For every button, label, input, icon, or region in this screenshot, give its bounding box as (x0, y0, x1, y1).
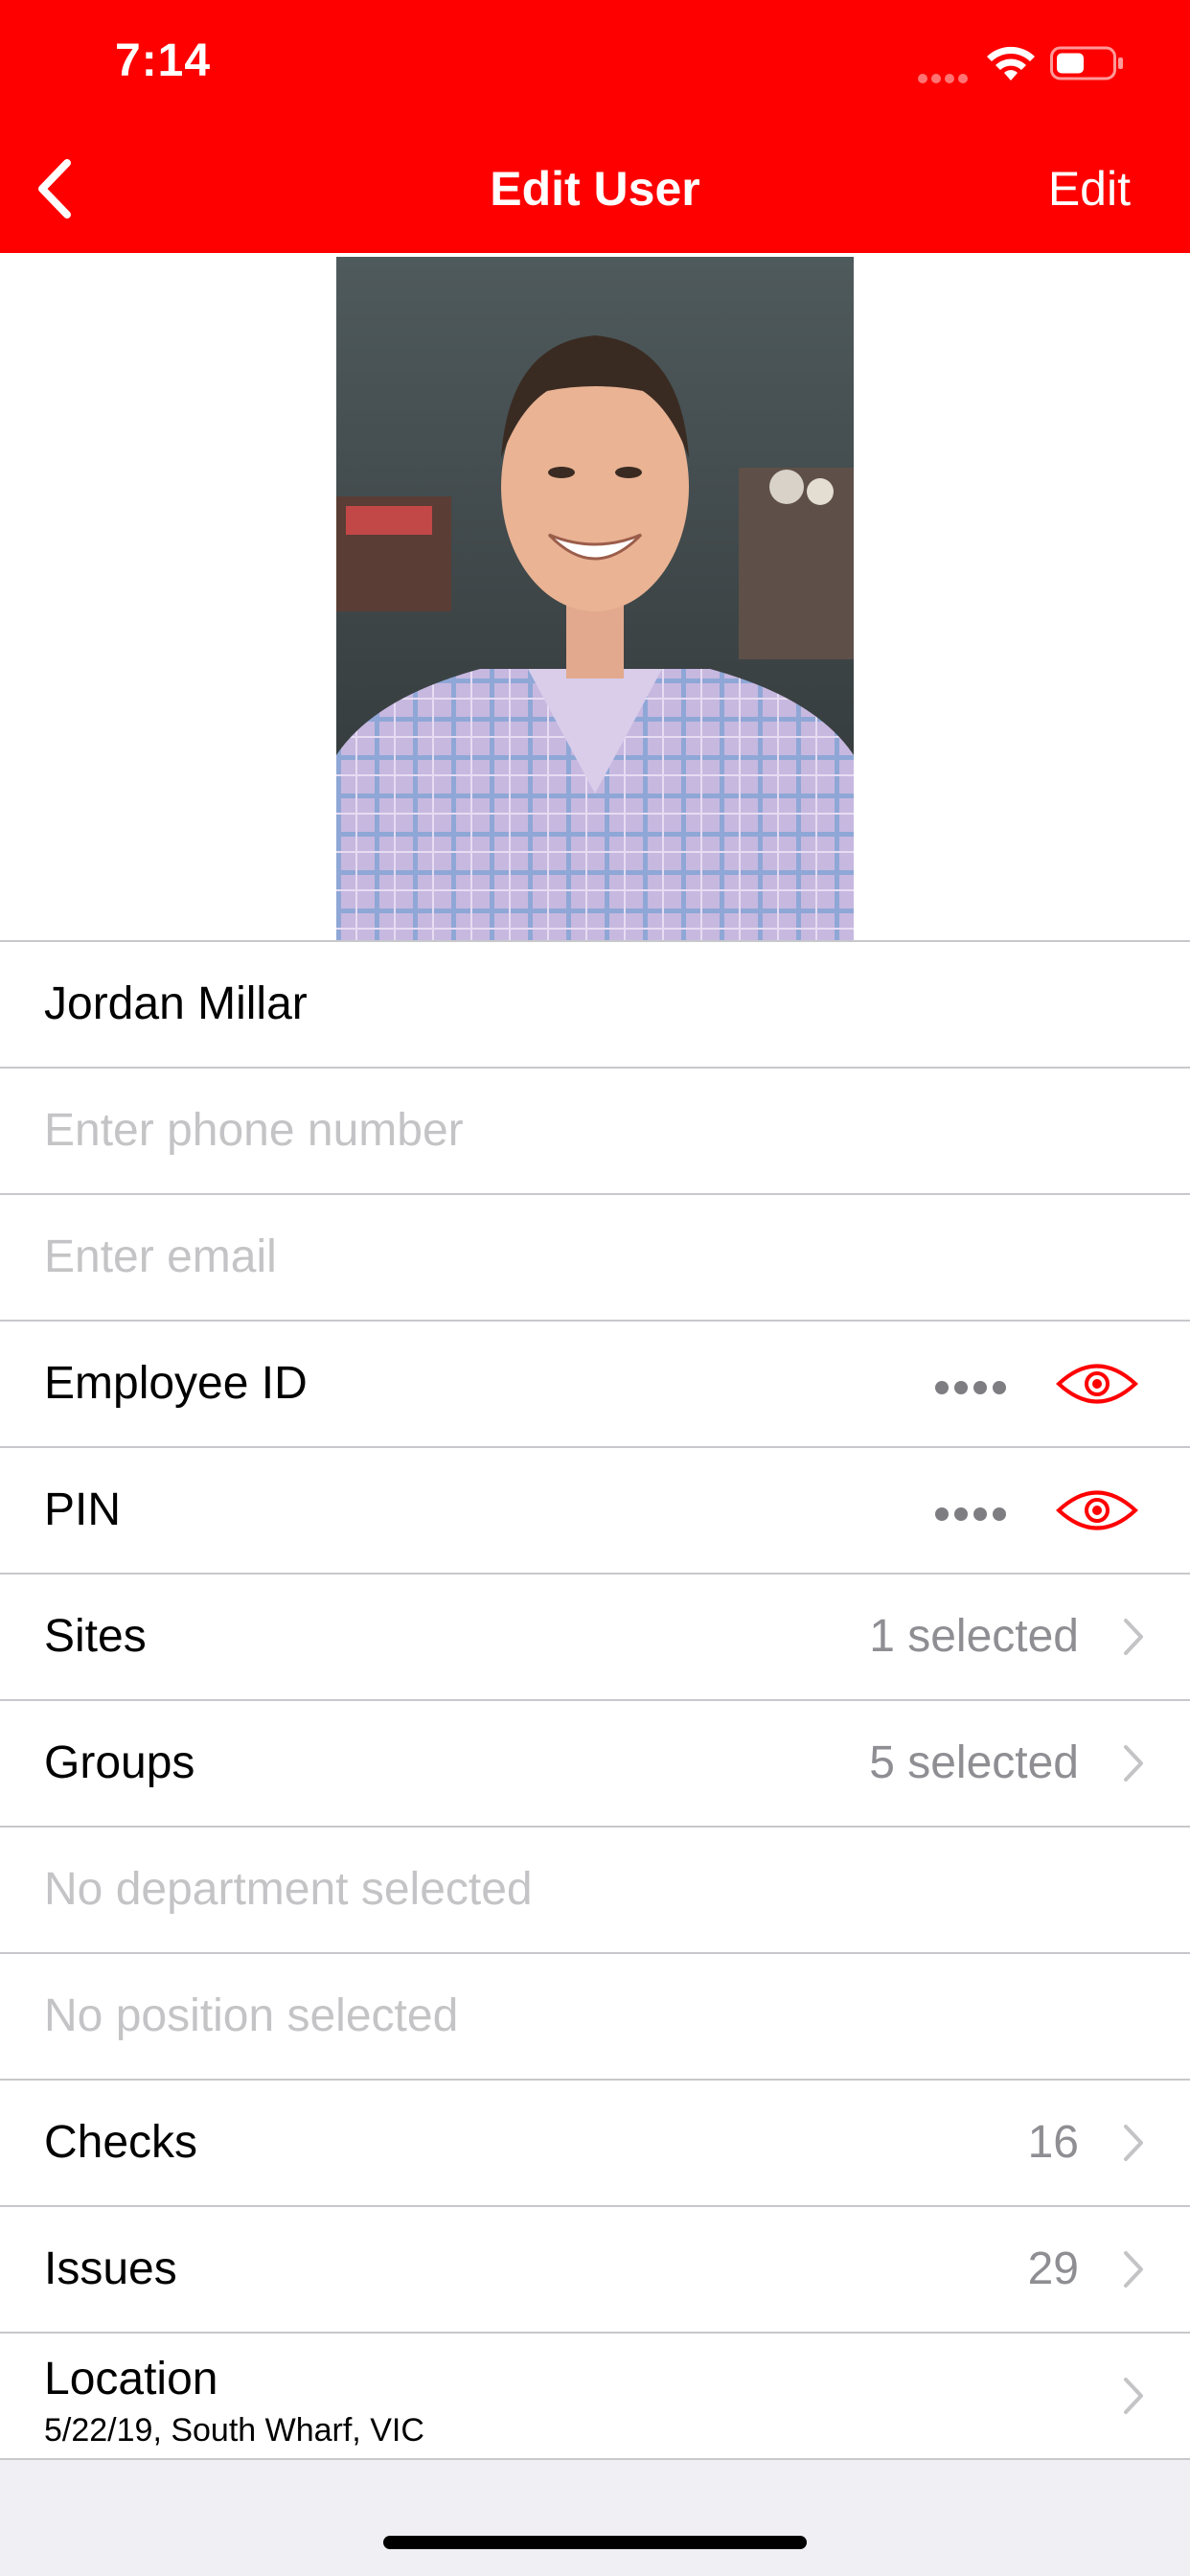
location-label: Location (44, 2354, 218, 2404)
sites-label: Sites (44, 1611, 147, 1662)
phone-field[interactable]: Enter phone number (44, 1069, 464, 1193)
wifi-icon (987, 46, 1035, 80)
department-row[interactable]: No department selected (0, 1828, 1190, 1954)
edit-button[interactable]: Edit (1048, 161, 1131, 217)
pin-row[interactable]: PIN (0, 1448, 1190, 1575)
phone-row[interactable]: Enter phone number (0, 1069, 1190, 1195)
department-field[interactable]: No department selected (44, 1828, 533, 1952)
pin-masked-value (935, 1507, 1014, 1521)
groups-value: 5 selected (869, 1737, 1079, 1788)
employee-id-masked-value (935, 1381, 1014, 1394)
location-row[interactable]: Location 5/22/19, South Wharf, VIC (0, 2334, 1190, 2460)
eye-icon[interactable] (1056, 1360, 1138, 1408)
cellular-signal-icon (918, 71, 975, 83)
issues-count: 29 (1027, 2243, 1079, 2294)
groups-label: Groups (44, 1737, 195, 1788)
battery-icon (1050, 46, 1123, 80)
issues-label: Issues (44, 2243, 177, 2294)
nav-bar: 7:14 Edit User Edit (0, 0, 1190, 253)
eye-icon[interactable] (1056, 1486, 1138, 1534)
employee-id-label: Employee ID (44, 1358, 308, 1409)
pin-label: PIN (44, 1484, 122, 1535)
location-detail: 5/22/19, South Wharf, VIC (44, 2412, 424, 2449)
chevron-right-icon (1124, 1745, 1143, 1782)
chevron-right-icon (1124, 2378, 1143, 2414)
groups-row[interactable]: Groups 5 selected (0, 1701, 1190, 1828)
position-row[interactable]: No position selected (0, 1954, 1190, 2081)
chevron-right-icon (1124, 2125, 1143, 2161)
checks-label: Checks (44, 2117, 198, 2168)
employee-id-row[interactable]: Employee ID (0, 1322, 1190, 1448)
profile-photo[interactable] (336, 257, 854, 940)
page-title: Edit User (490, 162, 700, 216)
chevron-right-icon (1124, 1619, 1143, 1655)
position-field[interactable]: No position selected (44, 1954, 458, 2079)
name-row[interactable]: Jordan Millar (0, 942, 1190, 1069)
user-detail-list: Jordan Millar Enter phone number Enter e… (0, 940, 1190, 2460)
home-indicator[interactable] (383, 2536, 807, 2549)
issues-row[interactable]: Issues 29 (0, 2207, 1190, 2334)
checks-count: 16 (1027, 2117, 1079, 2168)
profile-photo-area (0, 253, 1190, 940)
checks-row[interactable]: Checks 16 (0, 2081, 1190, 2207)
status-time: 7:14 (115, 35, 212, 86)
sites-row[interactable]: Sites 1 selected (0, 1575, 1190, 1701)
sites-value: 1 selected (869, 1611, 1079, 1662)
email-row[interactable]: Enter email (0, 1195, 1190, 1322)
email-field[interactable]: Enter email (44, 1195, 277, 1320)
chevron-right-icon (1124, 2251, 1143, 2288)
name-field[interactable]: Jordan Millar (44, 942, 308, 1067)
